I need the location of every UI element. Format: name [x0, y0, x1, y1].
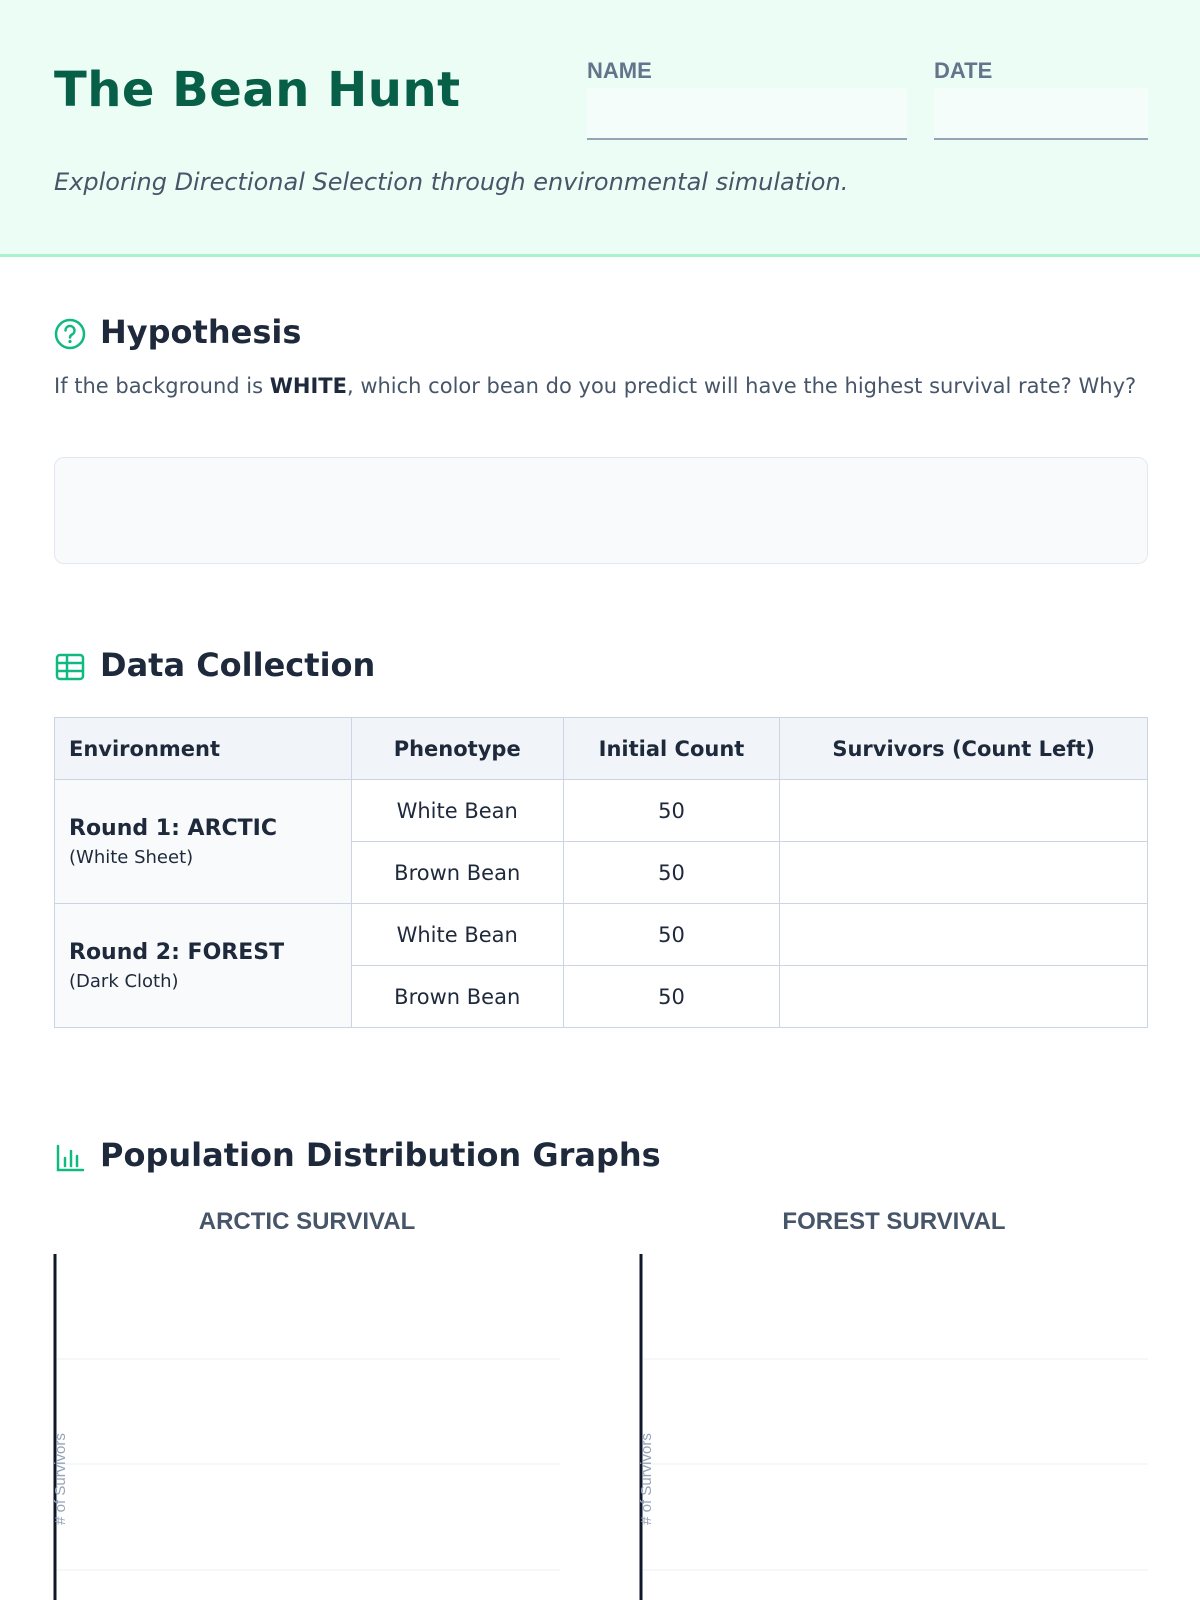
phenotype-cell: White Bean — [350, 779, 564, 842]
phenotype-cell: Brown Bean — [350, 965, 564, 1028]
page-header: The Bean Hunt NAME DATE Exploring Direct… — [0, 0, 1200, 257]
data-table: Environment Phenotype Initial Count Surv… — [54, 717, 1148, 1028]
data-collection-title: Data Collection — [100, 646, 376, 684]
survivors-cell[interactable] — [779, 903, 1148, 966]
y-axis-label: # of Survivors — [638, 1433, 655, 1525]
table-row: Round 1: ARCTIC (White Sheet) White Bean… — [54, 779, 1148, 904]
bar-chart-icon — [56, 1144, 85, 1172]
environment-cell: Round 2: FOREST (Dark Cloth) — [54, 903, 352, 1028]
name-label: NAME — [587, 58, 652, 83]
column-header: Phenotype — [350, 717, 564, 780]
environment-cell: Round 1: ARCTIC (White Sheet) — [54, 779, 352, 904]
column-header: Survivors (Count Left) — [779, 717, 1148, 780]
environment-name: Round 1: ARCTIC — [69, 815, 278, 841]
date-field[interactable] — [934, 88, 1148, 140]
initial-count-cell: 50 — [562, 841, 781, 904]
column-header: Initial Count — [562, 717, 781, 780]
name-field[interactable] — [587, 88, 907, 140]
environment-detail: (White Sheet) — [69, 846, 194, 868]
survivors-cell[interactable] — [779, 841, 1148, 904]
page-title: The Bean Hunt — [54, 62, 461, 118]
arctic-survival-chart: # of Survivors — [52, 1254, 560, 1600]
survivors-cell[interactable] — [779, 779, 1148, 842]
survivors-cell[interactable] — [779, 965, 1148, 1028]
page-subtitle: Exploring Directional Selection through … — [54, 168, 849, 196]
table-header-row: Environment Phenotype Initial Count Surv… — [54, 717, 1148, 780]
chart-title: ARCTIC SURVIVAL — [198, 1208, 416, 1235]
forest-survival-chart: # of Survivors — [638, 1254, 1148, 1600]
column-header: Environment — [54, 717, 352, 780]
chart-title: FOREST SURVIVAL — [782, 1208, 1006, 1235]
graphs-title: Population Distribution Graphs — [100, 1136, 661, 1174]
hypothesis-answer-input[interactable] — [54, 457, 1148, 564]
phenotype-cell: Brown Bean — [350, 841, 564, 904]
hypothesis-title: Hypothesis — [100, 313, 302, 351]
environment-detail: (Dark Cloth) — [69, 970, 179, 992]
hypothesis-prompt: If the background is WHITE, which color … — [54, 374, 1137, 398]
table-icon — [55, 653, 85, 681]
initial-count-cell: 50 — [562, 965, 781, 1028]
initial-count-cell: 50 — [562, 903, 781, 966]
phenotype-cell: White Bean — [350, 903, 564, 966]
y-axis-label: # of Survivors — [52, 1433, 69, 1525]
table-row: Round 2: FOREST (Dark Cloth) White Bean … — [54, 903, 1148, 1028]
question-circle-icon — [54, 318, 86, 350]
initial-count-cell: 50 — [562, 779, 781, 842]
environment-name: Round 2: FOREST — [69, 939, 285, 965]
date-label: DATE — [934, 58, 993, 83]
